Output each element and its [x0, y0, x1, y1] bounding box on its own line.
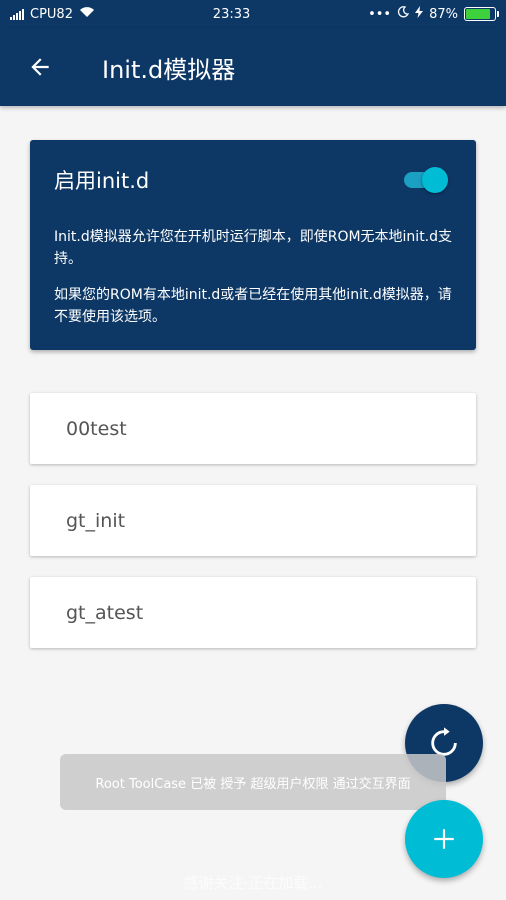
more-dots: •••: [368, 6, 392, 22]
status-right: ••• 87%: [368, 6, 499, 22]
enable-initd-label: 启用init.d: [54, 169, 150, 193]
carrier-label: CPU82: [30, 6, 73, 22]
script-item-00test[interactable]: 00test: [30, 393, 476, 464]
battery-icon: [464, 7, 499, 21]
initd-settings-card: 启用init.d Init.d模拟器允许您在开机时运行脚本，即使ROM无本地in…: [30, 140, 476, 350]
description-text-2: 如果您的ROM有本地init.d或者已经在使用其他init.d模拟器，请不要使用…: [54, 287, 452, 325]
script-name: gt_init: [66, 509, 126, 532]
moon-icon: [397, 6, 410, 22]
description-text-1: Init.d模拟器允许您在开机时运行脚本，即使ROM无本地init.d支持。: [54, 229, 453, 267]
plus-icon: [434, 829, 454, 849]
toast-message: Root ToolCase 已被 授予 超级用户权限 通过交互界面: [60, 754, 446, 810]
script-name: 00test: [66, 417, 127, 440]
clock: 23:33: [212, 6, 251, 22]
enable-initd-switch[interactable]: [404, 167, 448, 193]
page-title: Init.d模拟器: [102, 55, 236, 84]
back-button[interactable]: [16, 43, 64, 91]
enable-initd-row[interactable]: 启用init.d: [54, 164, 452, 196]
script-name: gt_atest: [66, 601, 144, 624]
status-left: CPU82: [10, 6, 95, 22]
signal-icon: [10, 8, 24, 20]
battery-level: [466, 9, 491, 19]
switch-thumb: [422, 167, 448, 193]
battery-percent: 87%: [429, 6, 458, 22]
wifi-icon: [79, 6, 95, 22]
status-bar: CPU82 23:33 ••• 87%: [0, 0, 506, 28]
script-item-gt-atest[interactable]: gt_atest: [30, 577, 476, 648]
charging-icon: [415, 6, 424, 22]
back-arrow-icon: [31, 58, 49, 76]
app-bar: Init.d模拟器: [0, 28, 506, 106]
script-item-gt-init[interactable]: gt_init: [30, 485, 476, 556]
bottom-hint: 感谢关注·正在加载...: [183, 874, 323, 892]
add-script-button[interactable]: [405, 800, 483, 878]
